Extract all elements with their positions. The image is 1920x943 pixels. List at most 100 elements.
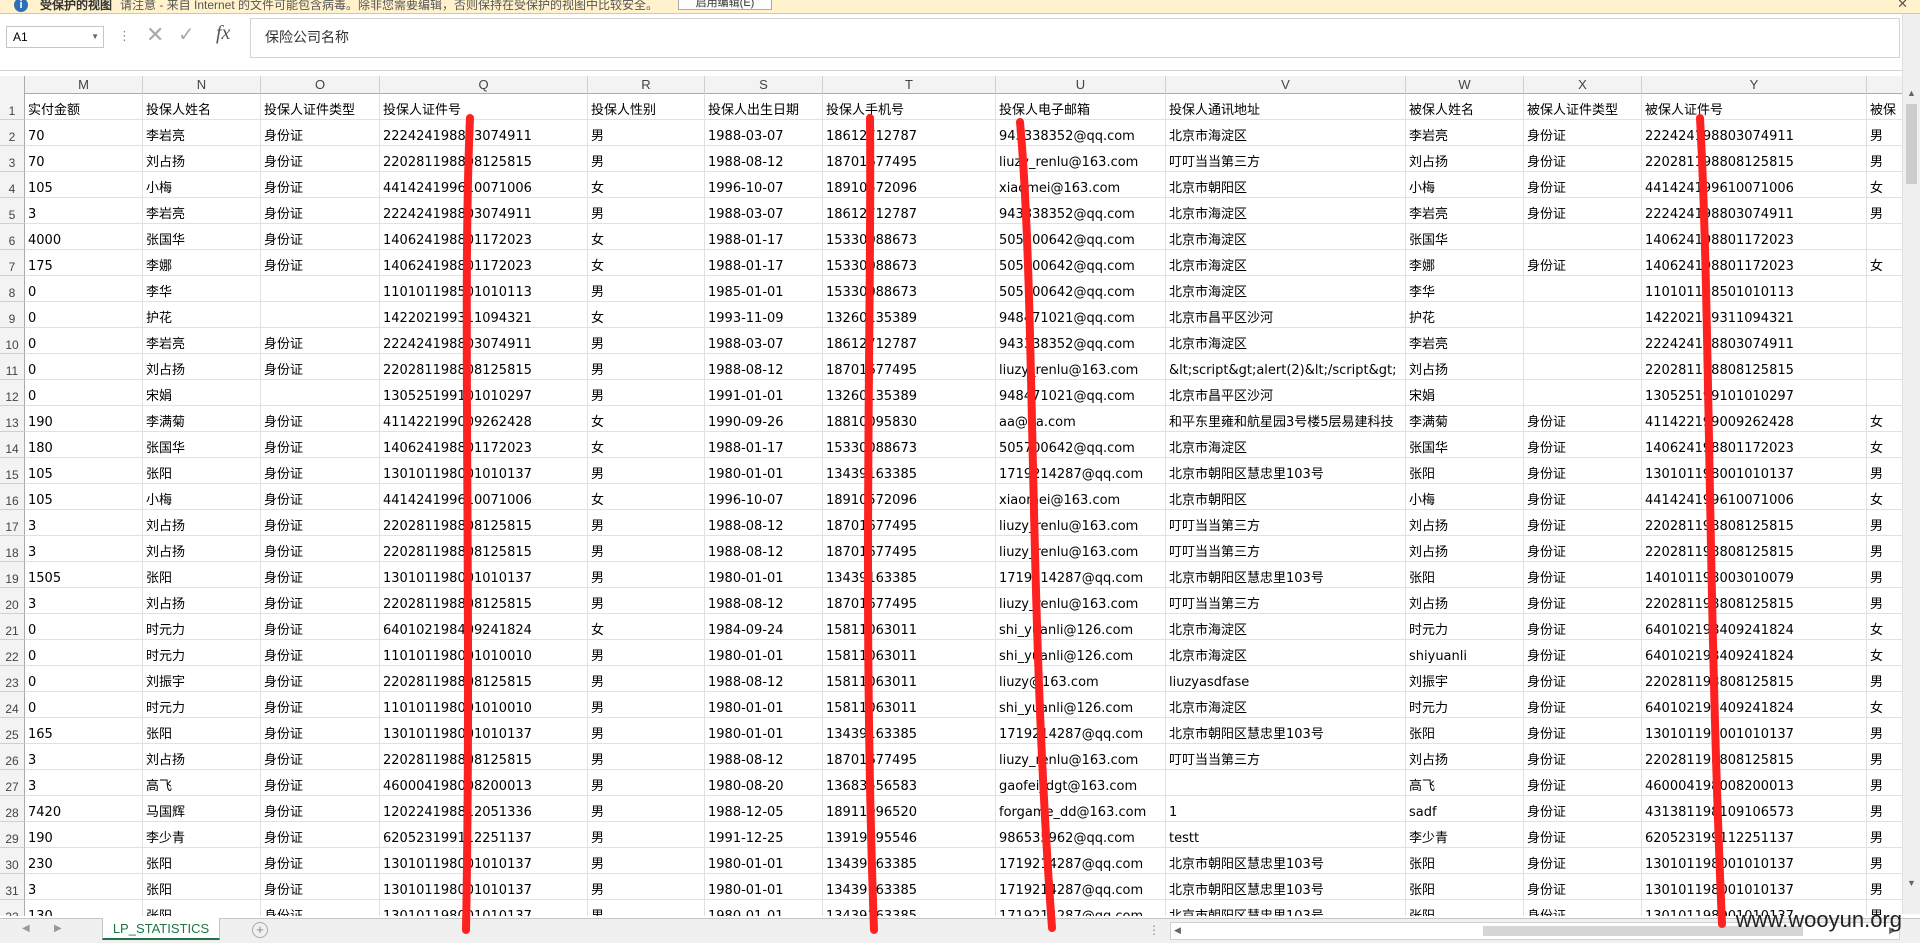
table-cell[interactable]: 时元力 [1406,692,1524,718]
table-cell[interactable]: 男 [1867,536,1902,562]
table-cell[interactable]: 女 [1867,406,1902,432]
table-cell[interactable]: 身份证 [1524,198,1642,224]
table-cell[interactable]: 身份证 [261,900,380,916]
table-cell[interactable]: 441424199610071006 [1642,172,1867,198]
table-cell[interactable]: 505700642@qq.com [996,432,1166,458]
table-cell[interactable]: 张阳 [143,848,261,874]
table-cell[interactable]: 男 [588,796,705,822]
table-cell[interactable] [1867,328,1902,354]
table-cell[interactable] [1867,380,1902,406]
table-cell[interactable]: 1980-01-01 [705,718,823,744]
table-cell[interactable]: 男 [1867,120,1902,146]
table-cell[interactable]: 女 [588,302,705,328]
table-cell[interactable]: 男 [1867,744,1902,770]
table-cell[interactable]: 北京市海淀区 [1166,250,1406,276]
table-cell[interactable]: 0 [25,302,143,328]
table-cell[interactable]: 高飞 [1406,770,1524,796]
table-cell[interactable]: 护花 [143,302,261,328]
table-cell[interactable]: 640102198409241824 [380,614,588,640]
table-cell[interactable]: 1980-08-20 [705,770,823,796]
table-cell[interactable]: 460004198008200013 [1642,770,1867,796]
table-cell[interactable]: 男 [1867,822,1902,848]
table-cell[interactable]: 身份证 [261,120,380,146]
table-cell[interactable]: 刘占扬 [1406,588,1524,614]
table-cell[interactable]: 李华 [143,276,261,302]
table-cell[interactable]: 948471021@qq.com [996,380,1166,406]
table-cell[interactable]: 130101198001010137 [1642,848,1867,874]
table-cell[interactable]: 1988-01-17 [705,432,823,458]
table-cell[interactable]: 李岩亮 [143,328,261,354]
table-cell[interactable]: 13919495546 [823,822,996,848]
table-cell[interactable] [1524,354,1642,380]
column-header[interactable]: O [261,76,380,94]
column-header[interactable]: X [1524,76,1642,94]
table-cell[interactable]: 身份证 [261,250,380,276]
table-cell[interactable]: 130101198001010137 [380,848,588,874]
table-cell[interactable]: 小梅 [143,484,261,510]
table-cell[interactable]: 张阳 [143,900,261,916]
table-cell[interactable]: 女 [1867,484,1902,510]
table-cell[interactable]: 身份证 [1524,562,1642,588]
table-cell[interactable]: 男 [1867,146,1902,172]
table-cell[interactable]: 男 [588,666,705,692]
table-cell[interactable]: 0 [25,666,143,692]
enable-editing-button[interactable]: 启用编辑(E) [678,0,772,10]
table-cell[interactable]: 1988-08-12 [705,510,823,536]
header-cell[interactable]: 实付金额 [25,94,143,120]
sheet-tab-lp-statistics[interactable]: LP_STATISTICS [102,918,220,940]
table-cell[interactable]: 身份证 [261,198,380,224]
table-cell[interactable]: 张阳 [1406,562,1524,588]
column-header[interactable] [1867,76,1902,94]
table-cell[interactable]: 女 [1867,640,1902,666]
table-cell[interactable]: 3 [25,770,143,796]
table-cell[interactable]: 李岩亮 [1406,198,1524,224]
table-cell[interactable]: 男 [1867,874,1902,900]
table-cell[interactable]: &lt;script&gt;alert(2)&lt;/script&gt; [1166,354,1406,380]
table-cell[interactable]: 1985-01-01 [705,276,823,302]
table-cell[interactable]: 身份证 [261,874,380,900]
table-cell[interactable]: 411422199009262428 [380,406,588,432]
table-cell[interactable]: 身份证 [1524,510,1642,536]
table-cell[interactable]: 130101198001010137 [1642,458,1867,484]
table-cell[interactable]: 1719214287@qq.com [996,718,1166,744]
table-cell[interactable]: 110101198001010010 [380,692,588,718]
table-cell[interactable]: 3 [25,198,143,224]
table-cell[interactable]: 130101198001010137 [1642,718,1867,744]
table-cell[interactable]: 张国华 [1406,432,1524,458]
table-cell[interactable]: 北京市海淀区 [1166,640,1406,666]
column-header[interactable]: R [588,76,705,94]
table-cell[interactable]: 刘占扬 [143,536,261,562]
table-cell[interactable]: 高飞 [143,770,261,796]
table-cell[interactable]: 张阳 [1406,718,1524,744]
table-cell[interactable]: 140624198801172023 [380,432,588,458]
table-cell[interactable]: 3 [25,510,143,536]
table-cell[interactable]: 叮叮当当第三方 [1166,588,1406,614]
table-cell[interactable]: 北京市海淀区 [1166,120,1406,146]
table-cell[interactable]: 1988-03-07 [705,328,823,354]
table-cell[interactable]: forgame_dd@163.com [996,796,1166,822]
table-cell[interactable]: aa@aa.com [996,406,1166,432]
table-cell[interactable]: 身份证 [1524,640,1642,666]
table-cell[interactable]: 1996-10-07 [705,484,823,510]
table-cell[interactable]: 张国华 [1406,224,1524,250]
table-cell[interactable]: xiaomei@163.com [996,172,1166,198]
table-cell[interactable]: 身份证 [1524,666,1642,692]
table-cell[interactable]: 张阳 [1406,900,1524,916]
table-cell[interactable]: 女 [588,406,705,432]
table-cell[interactable]: 15811063011 [823,614,996,640]
table-cell[interactable]: 北京市昌平区沙河 [1166,302,1406,328]
column-header[interactable]: N [143,76,261,94]
header-cell[interactable]: 被保人证件号 [1642,94,1867,120]
table-cell[interactable]: liuzy_renlu@163.com [996,536,1166,562]
table-cell[interactable]: 190 [25,822,143,848]
table-cell[interactable]: 北京市朝阳区慧忠里103号 [1166,900,1406,916]
table-cell[interactable]: 男 [588,874,705,900]
table-cell[interactable]: 142202199311094321 [1642,302,1867,328]
table-cell[interactable]: 时元力 [1406,614,1524,640]
table-cell[interactable]: 张国华 [143,224,261,250]
table-cell[interactable]: 北京市朝阳区 [1166,484,1406,510]
table-cell[interactable]: 女 [588,250,705,276]
table-cell[interactable]: 140101198003010079 [1642,562,1867,588]
table-cell[interactable]: 130 [25,900,143,916]
table-cell[interactable]: 男 [588,328,705,354]
